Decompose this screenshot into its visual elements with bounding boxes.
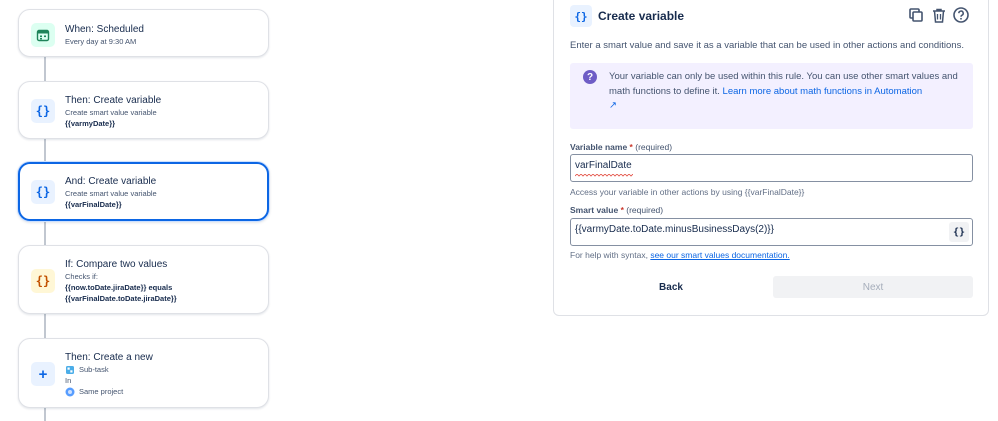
question-icon: ? xyxy=(583,70,597,84)
condition-left-value: {{now.toDate.jiraDate}} equals xyxy=(65,283,173,292)
card-detail: Create smart value variable xyxy=(65,108,157,117)
card-detail: Checks if: xyxy=(65,272,98,281)
card-title: And: Create variable xyxy=(65,176,157,187)
back-button[interactable]: Back xyxy=(570,276,772,298)
plus-icon: + xyxy=(31,362,55,386)
card-detail: In xyxy=(65,376,72,385)
delete-button[interactable] xyxy=(930,6,948,24)
braces-icon: {} xyxy=(31,99,55,123)
project-icon xyxy=(65,387,75,396)
rule-component-create-variable-varfinaldate[interactable]: {} And: Create variable Create smart val… xyxy=(18,162,269,221)
variable-name-field[interactable] xyxy=(570,154,973,182)
smart-value-helper: For help with syntax, see our smart valu… xyxy=(570,250,790,260)
project-name: Same project xyxy=(79,387,124,396)
card-detail: Create smart value variable xyxy=(65,189,157,198)
help-button[interactable] xyxy=(952,6,970,24)
card-detail: Every day at 9:30 AM xyxy=(65,37,137,46)
next-button[interactable]: Next xyxy=(773,276,973,298)
copy-icon xyxy=(909,8,923,22)
braces-icon: {} xyxy=(570,5,592,27)
card-title: If: Compare two values xyxy=(65,259,168,270)
copy-button[interactable] xyxy=(907,6,925,24)
card-variable-name: {{varFinalDate}} xyxy=(65,200,122,209)
braces-icon: {} xyxy=(31,180,55,204)
spellcheck-underline xyxy=(575,174,633,177)
variable-name-helper: Access your variable in other actions by… xyxy=(570,187,805,197)
rule-component-create-variable-varmydate[interactable]: {} Then: Create variable Create smart va… xyxy=(18,81,269,139)
trash-icon xyxy=(933,8,945,23)
smart-value-input[interactable] xyxy=(575,224,935,235)
create-variable-panel: {} Create variable Enter a smart value a… xyxy=(553,0,989,316)
help-icon xyxy=(953,7,969,23)
panel-title: Create variable xyxy=(598,9,685,23)
card-variable-name: {{varmyDate}} xyxy=(65,119,116,128)
variable-name-label: Variable name * (required) xyxy=(570,142,673,152)
issue-type: Sub-task xyxy=(79,365,109,374)
rule-component-trigger-scheduled[interactable]: When: Scheduled Every day at 9:30 AM xyxy=(18,9,269,57)
info-message: ? Your variable can only be used within … xyxy=(570,63,973,129)
panel-description: Enter a smart value and save it as a var… xyxy=(570,40,964,51)
external-link-icon: ↗ xyxy=(609,100,617,111)
subtask-icon xyxy=(66,365,74,374)
card-title: Then: Create a new xyxy=(65,352,153,363)
card-title: Then: Create variable xyxy=(65,95,162,106)
rule-component-create-issue[interactable]: + Then: Create a new Sub-task In Same pr… xyxy=(18,338,269,408)
card-title: When: Scheduled xyxy=(65,24,144,35)
rule-component-condition-compare[interactable]: {} If: Compare two values Checks if: {{n… xyxy=(18,245,269,314)
condition-right-value: {{varFinalDate.toDate.jiraDate}} xyxy=(65,294,177,303)
smart-values-docs-link[interactable]: see our smart values documentation. xyxy=(650,250,789,260)
smart-value-field[interactable]: {} xyxy=(570,218,973,246)
variable-name-input[interactable] xyxy=(575,160,935,171)
smart-value-label: Smart value * (required) xyxy=(570,205,664,215)
insert-smart-value-button[interactable]: {} xyxy=(949,222,969,242)
calendar-icon xyxy=(31,23,55,47)
braces-icon: {} xyxy=(31,269,55,293)
